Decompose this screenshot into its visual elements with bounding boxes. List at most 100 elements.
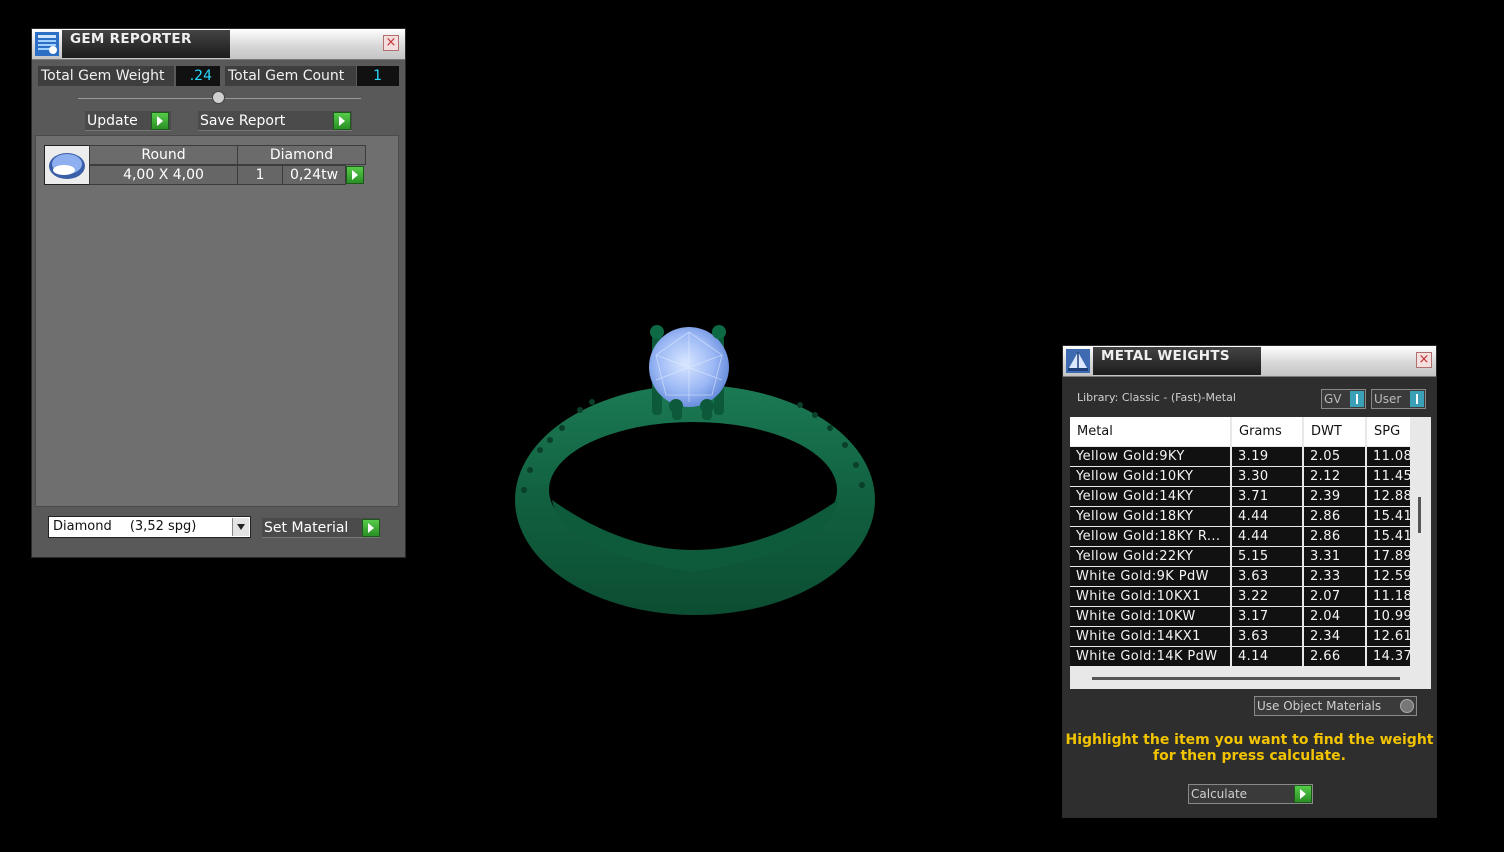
metal-name-cell: Yellow Gold:22KY (1070, 547, 1230, 566)
gem-weight: 0,24tw (282, 165, 346, 185)
chevron-down-icon[interactable] (232, 518, 249, 536)
column-header[interactable]: SPG (1367, 417, 1410, 446)
metal-name-cell: White Gold:10KW (1070, 607, 1230, 626)
gem-size: 4,00 X 4,00 (89, 165, 238, 185)
prong-tip (700, 399, 714, 413)
dwt-cell: 2.86 (1304, 527, 1365, 546)
grams-cell: 3.30 (1232, 467, 1302, 486)
toggle-icon (1410, 391, 1424, 407)
gem-thumbnail (44, 145, 90, 185)
grams-cell: 3.63 (1232, 567, 1302, 586)
dwt-cell: 2.34 (1304, 627, 1365, 646)
prong-tip (712, 325, 726, 339)
metal-weights-titlebar[interactable]: METAL WEIGHTS × (1063, 346, 1436, 377)
metal-name-cell: White Gold:14K PdW (1070, 647, 1230, 666)
material-select[interactable]: Diamond (3,52 spg) (48, 516, 251, 538)
gem-detail-play-icon[interactable] (346, 166, 364, 184)
metal-name-cell: White Gold:9K PdW (1070, 567, 1230, 586)
gem-list-item[interactable]: Round Diamond 4,00 X 4,00 1 0,24tw (44, 145, 368, 185)
vertical-scrollbar[interactable] (1410, 417, 1431, 671)
set-material-play-icon[interactable] (362, 519, 380, 537)
gem-reporter-title: GEM REPORTER (62, 30, 230, 58)
dwt-cell: 2.86 (1304, 507, 1365, 526)
dwt-cell: 2.66 (1304, 647, 1365, 666)
metal-name-cell: Yellow Gold:10KY (1070, 467, 1230, 486)
horizontal-scroll-thumb[interactable] (1092, 677, 1400, 680)
ring-3d-model[interactable] (500, 310, 880, 620)
spg-cell: 12.59 (1367, 567, 1410, 586)
grams-cell: 4.44 (1232, 527, 1302, 546)
column-header[interactable]: Metal (1070, 417, 1230, 446)
update-label: Update (87, 113, 138, 129)
metal-name-cell: Yellow Gold:18KY (1070, 507, 1230, 526)
splitter-handle-icon[interactable] (212, 91, 225, 104)
save-report-play-icon[interactable] (333, 112, 351, 130)
grams-cell: 5.15 (1232, 547, 1302, 566)
gem-reporter-logo-icon (35, 32, 59, 56)
metal-weights-panel: METAL WEIGHTS × Library: Classic - (Fast… (1062, 345, 1437, 818)
column-header[interactable]: DWT (1304, 417, 1365, 446)
prong-tip (650, 325, 664, 339)
spg-cell: 10.99 (1367, 607, 1410, 626)
dwt-cell: 2.04 (1304, 607, 1365, 626)
metal-name-cell: Yellow Gold:18KY R... (1070, 527, 1230, 546)
use-object-materials-label: Use Object Materials (1257, 699, 1382, 713)
grams-cell: 3.19 (1232, 447, 1302, 466)
dwt-cell: 3.31 (1304, 547, 1365, 566)
gem-reporter-close-icon[interactable]: × (383, 35, 399, 51)
dwt-cell: 2.33 (1304, 567, 1365, 586)
hint-line-2: for then press calculate. (1152, 748, 1346, 764)
column-header[interactable]: Grams (1232, 417, 1302, 446)
grams-cell: 3.17 (1232, 607, 1302, 626)
gem-material: Diamond (237, 145, 366, 165)
spg-cell: 11.08 (1367, 447, 1410, 466)
use-object-materials-button[interactable]: Use Object Materials (1254, 696, 1417, 716)
metal-weights-logo-icon (1066, 349, 1090, 373)
library-label: Library: Classic - (Fast)-Metal (1077, 391, 1236, 404)
set-material-label: Set Material (264, 520, 349, 536)
grams-cell: 3.63 (1232, 627, 1302, 646)
metal-name-cell: Yellow Gold:9KY (1070, 447, 1230, 466)
spg-cell: 12.61 (1367, 627, 1410, 646)
vertical-scroll-thumb[interactable] (1418, 497, 1421, 533)
metal-name-cell: White Gold:14KX1 (1070, 627, 1230, 646)
dwt-cell: 2.12 (1304, 467, 1365, 486)
calculate-play-icon[interactable] (1294, 785, 1312, 803)
radio-icon (1400, 699, 1414, 713)
total-gem-weight-label: Total Gem Weight (38, 66, 174, 86)
spg-cell: 11.45 (1367, 467, 1410, 486)
dwt-cell: 2.39 (1304, 487, 1365, 506)
grams-cell: 4.14 (1232, 647, 1302, 666)
gem-reporter-panel: GEM REPORTER × Total Gem Weight .24 Tota… (31, 28, 406, 558)
save-report-button[interactable]: Save Report (198, 111, 352, 131)
total-gem-count-value: 1 (357, 66, 399, 86)
gem-reporter-titlebar[interactable]: GEM REPORTER × (32, 29, 405, 60)
spg-cell: 14.37 (1367, 647, 1410, 666)
user-label: User (1374, 392, 1402, 406)
total-gem-count-label: Total Gem Count (225, 66, 356, 86)
dwt-cell: 2.07 (1304, 587, 1365, 606)
spg-cell: 12.88 (1367, 487, 1410, 506)
dwt-cell: 2.05 (1304, 447, 1365, 466)
user-toggle[interactable]: User (1371, 389, 1426, 409)
material-select-spg: (3,52 spg) (129, 519, 197, 534)
metal-weights-table: Metal Grams DWT SPG Yellow Gold:9KY 3.19 2… (1070, 417, 1431, 689)
grams-cell: 3.22 (1232, 587, 1302, 606)
hint-line-1: Highlight the item you want to find the … (1065, 732, 1434, 748)
update-play-icon[interactable] (151, 112, 169, 130)
spg-cell: 17.89 (1367, 547, 1410, 566)
gv-toggle[interactable]: GV (1321, 389, 1366, 409)
metal-weights-title: METAL WEIGHTS (1093, 347, 1261, 375)
gem-shape: Round (89, 145, 238, 165)
spg-cell: 15.41 (1367, 507, 1410, 526)
save-report-label: Save Report (200, 113, 286, 129)
prong-tip (669, 399, 683, 413)
grams-cell: 4.44 (1232, 507, 1302, 526)
horizontal-scrollbar[interactable] (1070, 671, 1431, 689)
toggle-icon (1350, 391, 1364, 407)
spg-cell: 15.41 (1367, 527, 1410, 546)
gv-label: GV (1324, 392, 1342, 406)
spg-cell: 11.18 (1367, 587, 1410, 606)
metal-weights-close-icon[interactable]: × (1416, 352, 1432, 368)
total-gem-weight-value: .24 (176, 66, 220, 86)
